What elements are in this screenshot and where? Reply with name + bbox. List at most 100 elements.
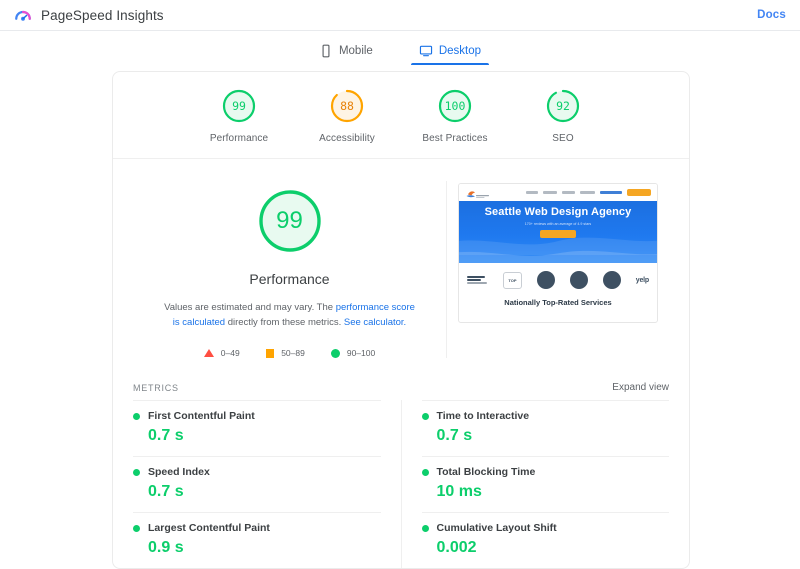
nav-link-services bbox=[562, 191, 575, 194]
form-factor-tabs: Mobile Desktop bbox=[0, 31, 800, 65]
metric-label: First Contentful Paint bbox=[148, 410, 255, 422]
status-dot-good-icon bbox=[133, 413, 140, 420]
metric-row[interactable]: First Contentful Paint 0.7 s bbox=[133, 400, 381, 456]
thumbnail-hero: Seattle Web Design Agency 170+ reviews w… bbox=[459, 201, 657, 263]
gauge-performance: 99 bbox=[221, 88, 257, 124]
docs-link[interactable]: Docs bbox=[757, 9, 786, 21]
tab-mobile-label: Mobile bbox=[339, 45, 373, 57]
app-header: PageSpeed Insights Docs bbox=[0, 0, 800, 31]
metric-name-row: Time to Interactive bbox=[422, 410, 670, 422]
nav-link-our-work bbox=[543, 191, 557, 194]
metrics-title: METRICS bbox=[133, 383, 179, 393]
metric-name-row: Largest Contentful Paint bbox=[133, 522, 381, 534]
category-score-strip: 99 Performance 88 Accessibility 100 bbox=[113, 72, 689, 159]
metric-value: 0.7 s bbox=[437, 427, 670, 445]
gauge-best-practices: 100 bbox=[437, 88, 473, 124]
screenshot-column: Seattle Web Design Agency 170+ reviews w… bbox=[447, 181, 669, 358]
metric-label: Total Blocking Time bbox=[437, 466, 536, 478]
category-score-best-practices[interactable]: 100 Best Practices bbox=[401, 88, 509, 144]
metric-row[interactable]: Cumulative Layout Shift 0.002 bbox=[422, 512, 670, 568]
metric-row[interactable]: Largest Contentful Paint 0.9 s bbox=[133, 512, 381, 568]
badge-seal-award bbox=[603, 271, 621, 289]
metric-value: 0.9 s bbox=[148, 539, 381, 557]
metric-name-row: Total Blocking Time bbox=[422, 466, 670, 478]
status-dot-good-icon bbox=[422, 413, 429, 420]
badge-yelp: yelp bbox=[636, 277, 649, 284]
triangle-poor-icon bbox=[204, 349, 214, 357]
performance-desc-part1: Values are estimated and may vary. The bbox=[164, 302, 336, 313]
nav-phone-number bbox=[600, 191, 622, 194]
metric-label: Time to Interactive bbox=[437, 410, 530, 422]
metric-value: 10 ms bbox=[437, 483, 670, 501]
metric-row[interactable]: Time to Interactive 0.7 s bbox=[422, 400, 670, 456]
gauge-performance-label: Performance bbox=[210, 133, 268, 144]
legend-item-average: 50–89 bbox=[266, 348, 305, 358]
gauge-performance-large: 99 bbox=[256, 187, 324, 255]
gauge-best-practices-value: 100 bbox=[437, 88, 473, 124]
metric-row[interactable]: Total Blocking Time 10 ms bbox=[422, 456, 670, 512]
pagespeed-logo-icon bbox=[14, 6, 32, 24]
legend-label-average: 50–89 bbox=[281, 348, 305, 358]
performance-summary: 99 Performance Values are estimated and … bbox=[133, 181, 447, 358]
thumbnail-badges: TOP yelp bbox=[459, 263, 657, 289]
thumbnail-nav-links bbox=[526, 189, 651, 196]
card-body: 99 Performance Values are estimated and … bbox=[113, 159, 689, 372]
metrics-column-right: Time to Interactive 0.7 s Total Blocking… bbox=[402, 400, 690, 568]
site-logo-icon bbox=[465, 187, 491, 198]
category-score-seo[interactable]: 92 SEO bbox=[509, 88, 617, 144]
status-dot-good-icon bbox=[133, 525, 140, 532]
legend-item-poor: 0–49 bbox=[204, 348, 240, 358]
see-calculator-link[interactable]: See calculator. bbox=[344, 317, 406, 328]
gauge-accessibility: 88 bbox=[329, 88, 365, 124]
badge-google-partner bbox=[467, 273, 488, 288]
tab-desktop[interactable]: Desktop bbox=[411, 41, 489, 65]
performance-title: Performance bbox=[249, 271, 329, 287]
badge-seal-clutch bbox=[537, 271, 555, 289]
metric-label: Speed Index bbox=[148, 466, 210, 478]
desktop-monitor-icon bbox=[419, 44, 433, 58]
report-card: 99 Performance 88 Accessibility 100 bbox=[112, 71, 690, 569]
gauge-seo-label: SEO bbox=[552, 133, 573, 144]
metric-value: 0.002 bbox=[437, 539, 670, 557]
gauge-seo: 92 bbox=[545, 88, 581, 124]
status-dot-good-icon bbox=[422, 525, 429, 532]
metric-value: 0.7 s bbox=[148, 483, 381, 501]
metric-label: Largest Contentful Paint bbox=[148, 522, 270, 534]
gauge-performance-large-value: 99 bbox=[256, 187, 324, 255]
nav-link-about bbox=[526, 191, 538, 194]
metric-row[interactable]: Speed Index 0.7 s bbox=[133, 456, 381, 512]
badge-top-agency: TOP bbox=[503, 272, 522, 289]
gauge-accessibility-label: Accessibility bbox=[319, 133, 375, 144]
metrics-grid: First Contentful Paint 0.7 s Speed Index… bbox=[113, 400, 689, 568]
thumbnail-footer-line: Nationally Top-Rated Services bbox=[459, 298, 657, 307]
nav-link-resources bbox=[580, 191, 595, 194]
gauge-performance-value: 99 bbox=[221, 88, 257, 124]
score-legend: 0–49 50–89 90–100 bbox=[204, 348, 375, 358]
metrics-header: METRICS Expand view bbox=[113, 372, 689, 400]
category-score-performance[interactable]: 99 Performance bbox=[185, 88, 293, 144]
performance-desc-part2: directly from these metrics. bbox=[225, 317, 344, 328]
gauge-best-practices-label: Best Practices bbox=[422, 133, 487, 144]
metric-value: 0.7 s bbox=[148, 427, 381, 445]
metric-label: Cumulative Layout Shift bbox=[437, 522, 557, 534]
brand[interactable]: PageSpeed Insights bbox=[14, 6, 164, 24]
metric-name-row: Speed Index bbox=[133, 466, 381, 478]
metric-name-row: First Contentful Paint bbox=[133, 410, 381, 422]
metric-name-row: Cumulative Layout Shift bbox=[422, 522, 670, 534]
status-dot-good-icon bbox=[422, 469, 429, 476]
mobile-phone-icon bbox=[319, 44, 333, 58]
square-average-icon bbox=[266, 349, 275, 358]
metrics-column-left: First Contentful Paint 0.7 s Speed Index… bbox=[113, 400, 402, 568]
nav-cta-button bbox=[627, 189, 651, 196]
category-score-accessibility[interactable]: 88 Accessibility bbox=[293, 88, 401, 144]
badge-seal-years bbox=[570, 271, 588, 289]
hero-subtitle: 170+ reviews with an average of 4.9 star… bbox=[525, 222, 591, 226]
tab-mobile[interactable]: Mobile bbox=[311, 41, 381, 65]
legend-label-good: 90–100 bbox=[347, 348, 375, 358]
tab-desktop-label: Desktop bbox=[439, 45, 481, 57]
gauge-accessibility-value: 88 bbox=[329, 88, 365, 124]
performance-description: Values are estimated and may vary. The p… bbox=[160, 301, 420, 330]
page-screenshot-thumbnail: Seattle Web Design Agency 170+ reviews w… bbox=[458, 183, 658, 323]
legend-item-good: 90–100 bbox=[331, 348, 375, 358]
expand-view-button[interactable]: Expand view bbox=[612, 382, 669, 393]
